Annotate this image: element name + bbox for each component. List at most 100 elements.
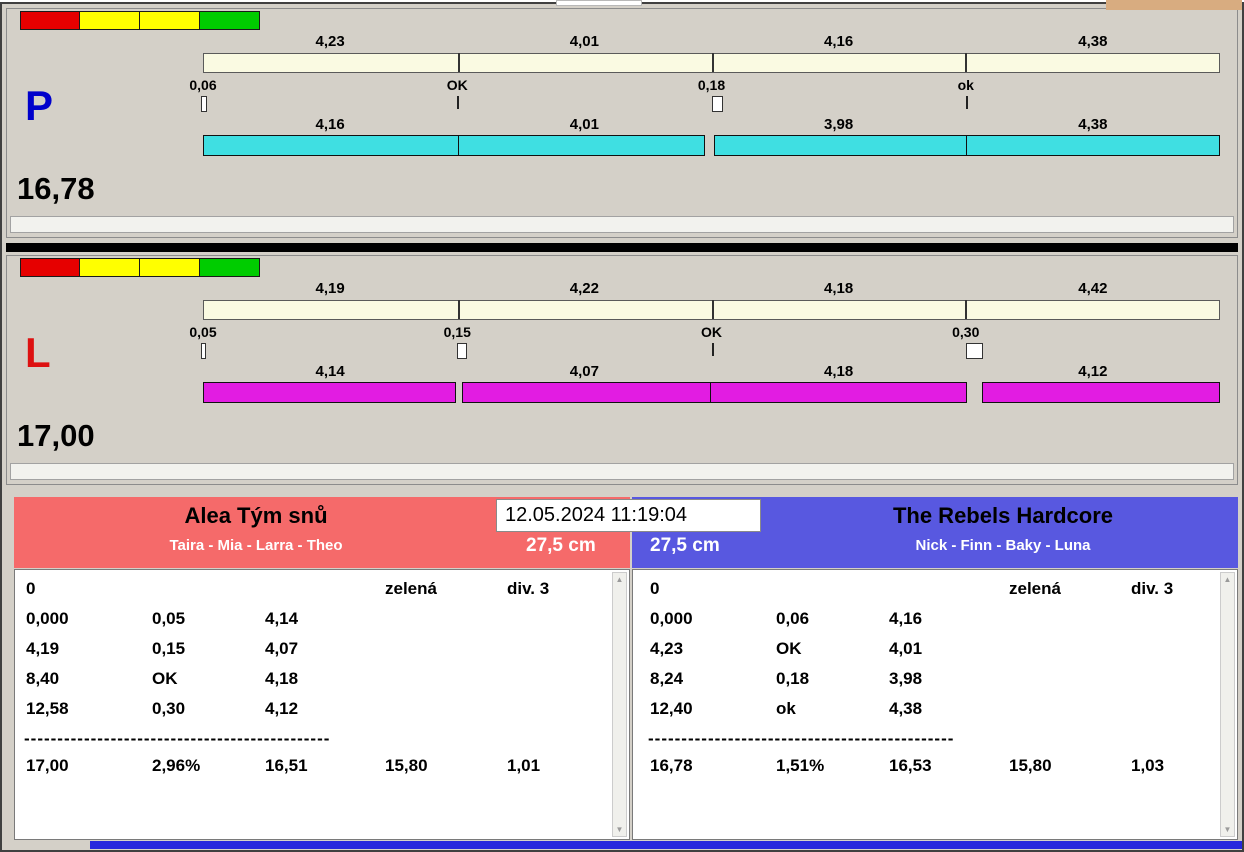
run-bar-segment — [710, 382, 967, 403]
lane-status-strip — [10, 463, 1234, 480]
gap-indicator-box — [201, 343, 206, 359]
segment-time-label: 4,22 — [569, 280, 599, 297]
reference-bar-labels: 4,19 4,22 4,18 4,42 — [203, 280, 1220, 297]
scroll-down-icon[interactable]: ▼ — [1221, 823, 1234, 836]
results-cell: 12,58 — [26, 699, 69, 718]
results-cell: 4,18 — [265, 669, 299, 688]
traffic-yellow-segment-2 — [140, 11, 200, 30]
segment-time-label: 4,42 — [1078, 280, 1108, 297]
results-cell: 2,96% — [152, 756, 201, 775]
bottom-taskbar-strip — [90, 841, 1242, 849]
results-separator: ----------------------------------------… — [648, 729, 955, 748]
results-cell: 4,07 — [265, 639, 299, 658]
reference-bar-divider — [965, 300, 968, 319]
segment-time-label: 4,18 — [824, 280, 854, 297]
exchange-labels: 0,06 OK 0,18 ok — [189, 77, 1220, 93]
reference-bar — [203, 300, 1220, 320]
results-cell: 1,51% — [776, 756, 825, 775]
segment-time-label: 4,16 — [824, 33, 854, 50]
exchange-tick — [711, 343, 714, 356]
results-cell: 0,30 — [152, 699, 186, 718]
reference-bar-divider — [711, 300, 714, 319]
results-row: 8,40 OK 4,18 — [24, 669, 609, 699]
reference-bar-labels: 4,23 4,01 4,16 4,38 — [203, 33, 1220, 50]
team-members: Taira - Mia - Larra - Theo — [169, 537, 343, 554]
results-separator: ----------------------------------------… — [24, 729, 331, 748]
exchange-label: 0,06 — [189, 77, 217, 93]
results-cell: 0 — [650, 579, 660, 598]
results-area-left[interactable]: 0 zelená div. 3 0,000 0,05 4,14 4,19 0,1… — [14, 569, 630, 840]
segment-time-label: 4,14 — [315, 363, 345, 380]
reference-bar-divider — [457, 53, 460, 72]
segment-time-label: 4,19 — [315, 280, 345, 297]
results-cell: 15,80 — [385, 756, 428, 775]
scrollbar[interactable]: ▲ ▼ — [1220, 572, 1235, 837]
traffic-green-segment — [200, 258, 260, 277]
run-bar-segment — [203, 135, 459, 156]
exchange-label: OK — [701, 324, 722, 340]
traffic-light-bar — [20, 11, 260, 30]
exchange-tick — [965, 96, 968, 109]
traffic-red-segment — [20, 258, 80, 277]
results-cell: 1,01 — [507, 756, 541, 775]
run-bar-labels: 4,16 4,01 3,98 4,38 — [203, 116, 1220, 133]
results-content: 0 zelená div. 3 0,000 0,05 4,14 4,19 0,1… — [15, 570, 629, 839]
segment-time-label: 4,07 — [569, 363, 599, 380]
results-cell: 15,80 — [1009, 756, 1052, 775]
segment-time-label: 4,01 — [569, 116, 599, 133]
reference-bar-divider — [711, 53, 714, 72]
distance-label: 27,5 cm — [650, 535, 720, 556]
desktop-fragment-tan — [1106, 0, 1242, 10]
exchange-label: 0,18 — [697, 77, 726, 93]
results-content: 0 zelená div. 3 0,000 0,06 4,16 4,23 OK … — [633, 570, 1237, 839]
app-window: 4,23 4,01 4,16 4,38 0,06 OK 0,18 ok 4,16… — [0, 2, 1244, 852]
exchange-label: 0,30 — [952, 324, 980, 340]
exchange-label: OK — [446, 77, 468, 93]
window-tab-fragment — [556, 0, 642, 6]
run-bar-segment — [714, 135, 967, 156]
results-cell: 0 — [26, 579, 36, 598]
scroll-up-icon[interactable]: ▲ — [1221, 573, 1234, 586]
results-cell: div. 3 — [507, 579, 550, 598]
exchange-label: ok — [957, 77, 974, 93]
results-cell: 8,24 — [650, 669, 684, 688]
exchange-labels: 0,05 0,15 OK 0,30 — [189, 324, 1220, 340]
results-cell: 4,14 — [265, 609, 299, 628]
results-cell: zelená — [1009, 579, 1061, 598]
results-cell: 0,000 — [26, 609, 69, 628]
team-name: The Rebels Hardcore — [892, 503, 1114, 528]
team-members: Nick - Finn - Baky - Luna — [915, 537, 1091, 554]
segment-time-label: 4,38 — [1078, 33, 1108, 50]
results-cell: 4,23 — [650, 639, 684, 658]
segment-time-label: 4,38 — [1078, 116, 1108, 133]
exchange-tick — [457, 96, 460, 109]
traffic-red-segment — [20, 11, 80, 30]
scroll-down-icon[interactable]: ▼ — [613, 823, 626, 836]
segment-time-label: 4,16 — [315, 116, 345, 133]
results-cell: div. 3 — [1131, 579, 1174, 598]
gap-indicator-box — [457, 343, 468, 359]
results-area-right[interactable]: 0 zelená div. 3 0,000 0,06 4,16 4,23 OK … — [632, 569, 1238, 840]
run-bar-segment — [966, 135, 1220, 156]
segment-time-label: 4,01 — [569, 33, 599, 50]
scrollbar[interactable]: ▲ ▼ — [612, 572, 627, 837]
lane-letter: P — [25, 82, 54, 129]
traffic-yellow-segment-2 — [140, 258, 200, 277]
exchange-label: 0,15 — [443, 324, 471, 340]
results-cell: 0,000 — [650, 609, 693, 628]
results-row: 4,19 0,15 4,07 — [24, 639, 609, 669]
results-cell: OK — [776, 639, 802, 658]
results-cell: 17,00 — [26, 756, 69, 775]
segment-time-label: 4,18 — [824, 363, 854, 380]
scroll-up-icon[interactable]: ▲ — [613, 573, 626, 586]
distance-label: 27,5 cm — [526, 535, 596, 556]
lane-total-time: 16,78 — [17, 171, 95, 206]
results-cell: 4,12 — [265, 699, 299, 718]
lane-panel-p: 4,23 4,01 4,16 4,38 0,06 OK 0,18 ok 4,16… — [6, 8, 1238, 238]
team-name: Alea Tým snů — [184, 503, 328, 528]
results-row: 8,24 0,18 3,98 — [648, 669, 1217, 699]
results-row: 12,58 0,30 4,12 — [24, 699, 609, 729]
exchange-indicators — [201, 96, 1220, 114]
lane-status-strip — [10, 216, 1234, 233]
run-bar-segment — [203, 382, 456, 403]
